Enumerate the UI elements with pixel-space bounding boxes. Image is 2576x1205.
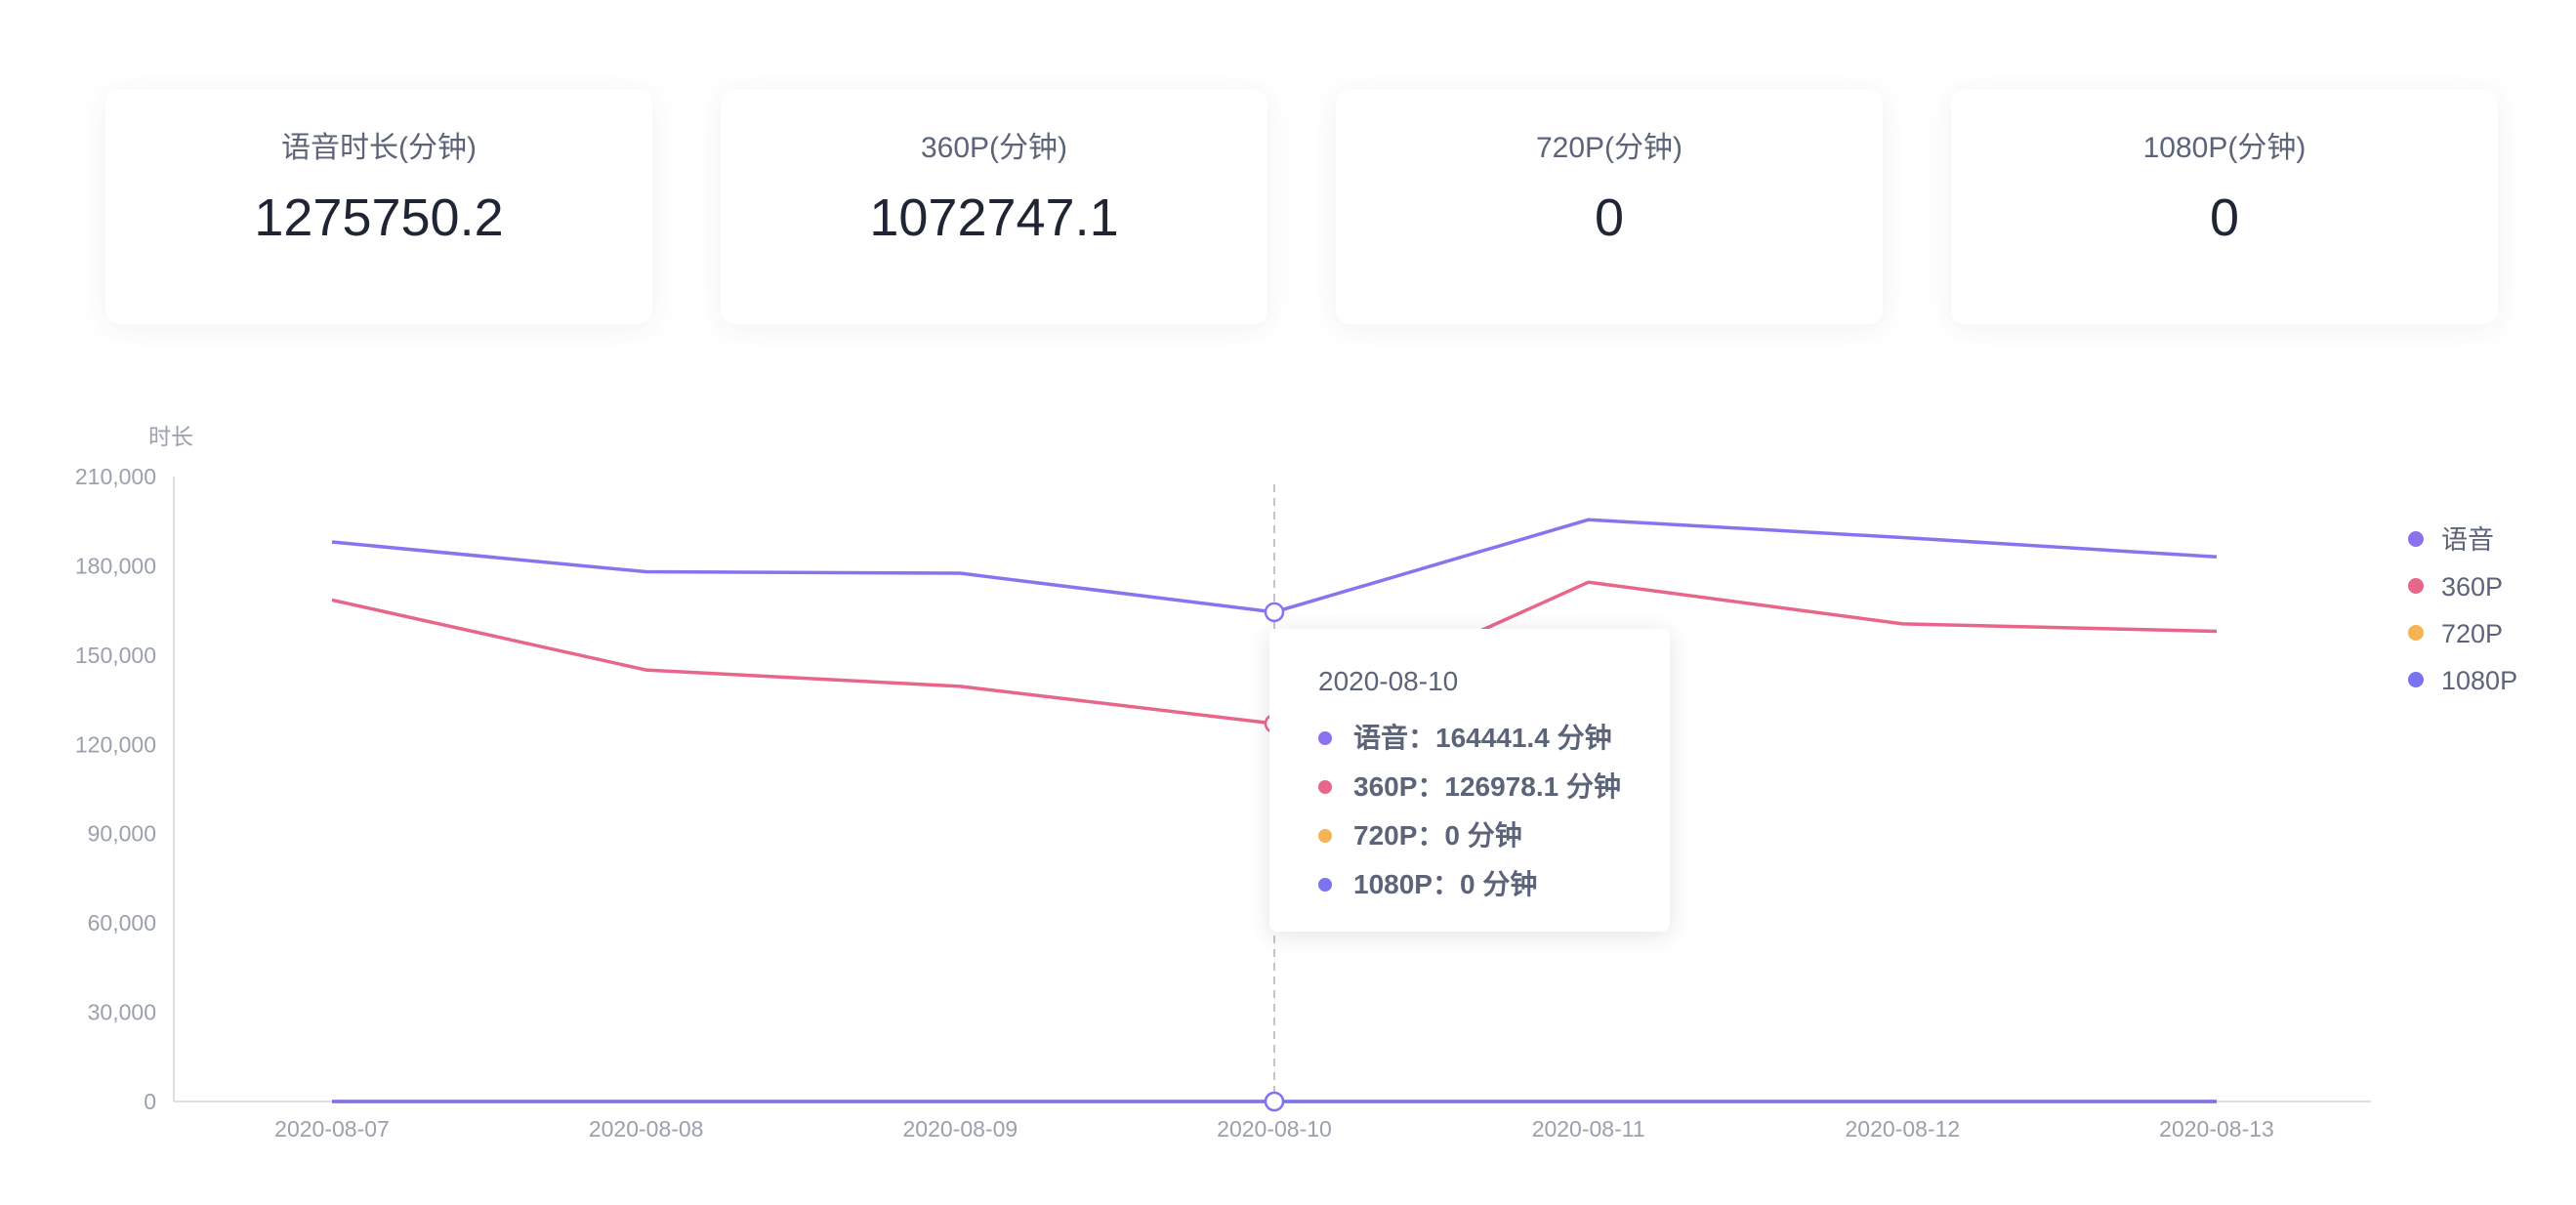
stat-card-720p: 720P(分钟) 0 [1336,90,1883,324]
tooltip-row-360p: 360P：126978.1 分钟 [1318,766,1621,805]
tooltip-dot [1318,730,1332,745]
tooltip-title: 2020-08-10 [1318,666,1459,696]
y-tick-label: 210,000 [75,464,156,489]
chart-tooltip: 2020-08-10 语音：164441.4 分钟 360P：126978.1 … [1269,629,1670,932]
legend-marker [2408,531,2424,547]
x-tick-label: 2020-08-10 [1217,1116,1332,1142]
stat-card-360p: 360P(分钟) 1072747.1 [721,90,1267,324]
y-tick-label: 180,000 [75,553,156,578]
x-tick-label: 2020-08-11 [1532,1116,1645,1142]
series-point-4 [1264,1091,1285,1112]
tooltip-row-text: 1080P：0 分钟 [1353,869,1538,899]
y-tick-label: 0 [144,1089,156,1114]
series-point-1 [1264,602,1285,623]
y-tick-label: 60,000 [88,910,156,935]
legend-label: 360P [2441,572,2503,602]
legend-marker [2408,578,2424,594]
stat-card-value: 1275750.2 [254,188,504,247]
y-tick-label: 150,000 [75,643,156,668]
legend-marker [2408,625,2424,641]
tooltip-dot [1318,828,1332,843]
y-axis-title: 时长 [148,424,193,449]
stat-card-value: 0 [2209,188,2240,247]
x-tick-label: 2020-08-07 [274,1116,390,1142]
y-tick-label: 30,000 [88,1000,156,1025]
stat-cards: 语音时长(分钟) 1275750.2 360P(分钟) 1072747.1 72… [0,0,2576,391]
x-tick-label: 2020-08-12 [1846,1116,1961,1142]
stat-card-label: 720P(分钟) [1535,132,1683,164]
stat-card-value: 1072747.1 [869,188,1119,247]
legend-label: 语音 [2441,525,2494,555]
stat-card-voice: 语音时长(分钟) 1275750.2 [105,90,652,324]
stat-card-label: 1080P(分钟) [2142,132,2306,164]
tooltip-row-text: 720P：0 分钟 [1353,820,1522,851]
stat-card-label: 360P(分钟) [920,132,1068,164]
legend-label: 720P [2441,619,2503,648]
tooltip-row-720p: 720P：0 分钟 [1318,814,1522,853]
y-tick-label: 120,000 [75,731,156,757]
legend-marker [2408,672,2424,687]
tooltip-row-voice: 语音：164441.4 分钟 [1318,717,1612,756]
tooltip-dot [1318,779,1332,794]
x-tick-label: 2020-08-13 [2159,1116,2274,1142]
tooltip-row-text: 语音：164441.4 分钟 [1353,723,1612,753]
stat-card-value: 0 [1594,188,1625,247]
y-tick-label: 90,000 [88,821,156,847]
x-tick-label: 2020-08-08 [589,1116,704,1142]
tooltip-row-1080p: 1080P：0 分钟 [1318,863,1537,902]
stat-card-label: 语音时长(分钟) [281,132,477,164]
tooltip-dot [1318,877,1332,892]
stat-card-1080p: 1080P(分钟) 0 [1951,90,2498,324]
x-tick-label: 2020-08-09 [903,1116,1018,1142]
legend-label: 1080P [2441,666,2517,695]
tooltip-row-text: 360P：126978.1 分钟 [1353,771,1621,802]
